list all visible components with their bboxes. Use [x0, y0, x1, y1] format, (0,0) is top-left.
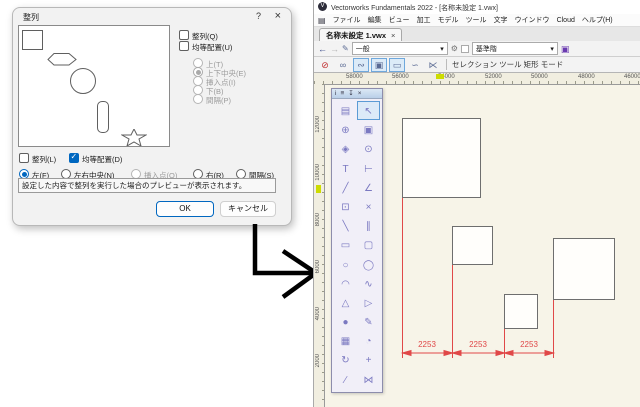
lasso-select-tool-icon[interactable]: ▤ — [334, 101, 357, 120]
arc-tool-icon[interactable]: ◠ — [334, 274, 357, 293]
double-line-tool-icon[interactable]: ∥ — [357, 216, 380, 235]
text-tool-icon[interactable]: T — [334, 159, 357, 178]
offset-tool-icon[interactable]: ∕ — [334, 370, 357, 389]
close-icon[interactable]: × — [275, 10, 281, 22]
rounded-rectangle-tool-icon[interactable]: ▢ — [357, 235, 380, 254]
info-icon[interactable]: i — [335, 89, 336, 98]
annotation-arrow — [228, 218, 323, 308]
dimension-value: 2253 — [418, 340, 436, 349]
radio-icon — [193, 94, 203, 104]
flyover-tool-icon[interactable]: ◈ — [334, 139, 357, 158]
dialog-title: 整列 — [23, 12, 39, 23]
zoom-tool-icon[interactable]: ⊙ — [357, 139, 380, 158]
pen-tool-icon[interactable]: ✎ — [357, 312, 380, 331]
preview-info-text: 設定した内容で整列を実行した場合のプレビューが表示されます。 — [18, 178, 276, 193]
menu-icon[interactable]: ≡ — [340, 89, 344, 98]
polygon-tool-icon[interactable]: △ — [334, 293, 357, 312]
help-icon[interactable]: ? — [256, 11, 261, 21]
camera-tool-icon[interactable]: ▣ — [357, 120, 380, 139]
preview-star — [121, 129, 147, 146]
preview-square — [22, 30, 43, 50]
circle-tool-icon[interactable]: ○ — [334, 255, 357, 274]
line-tool-icon[interactable]: ╲ — [334, 216, 357, 235]
vectorworks-window: V Vectorworks Fundamentals 2022 - [名称未設定… — [313, 0, 640, 407]
preview-circle — [70, 68, 96, 94]
move-by-points-tool-icon[interactable]: + — [357, 350, 380, 369]
constraint-tool-icon[interactable]: × — [357, 197, 380, 216]
rotate-tool-icon[interactable]: ↻ — [334, 350, 357, 369]
filled-circle-tool-icon[interactable]: ● — [334, 312, 357, 331]
freehand-tool-icon[interactable]: ∿ — [357, 274, 380, 293]
radio-spacing-vertical: 間隔(P) — [193, 90, 231, 108]
rectangle-tool-icon[interactable]: ▭ — [334, 235, 357, 254]
ok-button[interactable]: OK — [156, 201, 214, 217]
selection-tool-icon[interactable]: ↖ — [357, 101, 380, 120]
vertical-distribute-checkbox[interactable]: 均等配置(U) — [179, 37, 232, 55]
pan-tool-icon[interactable]: ⊕ — [334, 120, 357, 139]
align-preview-area — [18, 25, 170, 147]
quarter-arc-tool-icon[interactable]: ◔ — [357, 331, 380, 350]
cancel-button[interactable]: キャンセル — [220, 201, 276, 217]
callout-tool-icon[interactable]: ⊡ — [334, 197, 357, 216]
close-icon[interactable]: × — [358, 89, 362, 98]
preview-pill — [97, 101, 109, 133]
preview-hexagon — [47, 53, 77, 66]
basic-tool-palette: i ≡ ↧ × ▤ ↖ ⊕ ▣ ◈ ⊙ T ⊢ ╱ ∠ ⊡ × ╲ ∥ ▭ ▢ … — [331, 88, 383, 393]
measure-tool-icon[interactable]: ╱ — [334, 178, 357, 197]
align-dialog: 整列 ? × 整列(Q) 均等配置(U) 上(T) 上下中央(E) 挿入点(I)… — [12, 7, 292, 226]
pin-icon[interactable]: ↧ — [348, 89, 353, 98]
checkbox-icon[interactable] — [19, 153, 29, 163]
polyline-tool-icon[interactable]: ▷ — [357, 293, 380, 312]
dimension-value: 2253 — [469, 340, 487, 349]
oval-tool-icon[interactable]: ◯ — [357, 255, 380, 274]
checkbox-checked-icon[interactable] — [69, 153, 79, 163]
dimension-tool-icon[interactable]: ⊢ — [357, 159, 380, 178]
regular-polygon-tool-icon[interactable]: ▦ — [334, 331, 357, 350]
checkbox-icon[interactable] — [179, 41, 189, 51]
mirror-tool-icon[interactable]: ⋈ — [357, 370, 380, 389]
palette-tool-grid: ▤ ↖ ⊕ ▣ ◈ ⊙ T ⊢ ╱ ∠ ⊡ × ╲ ∥ ▭ ▢ ○ ◯ ◠ ∿ … — [334, 101, 380, 389]
palette-titlebar: i ≡ ↧ × — [332, 89, 382, 99]
dimension-value: 2253 — [520, 340, 538, 349]
protractor-tool-icon[interactable]: ∠ — [357, 178, 380, 197]
